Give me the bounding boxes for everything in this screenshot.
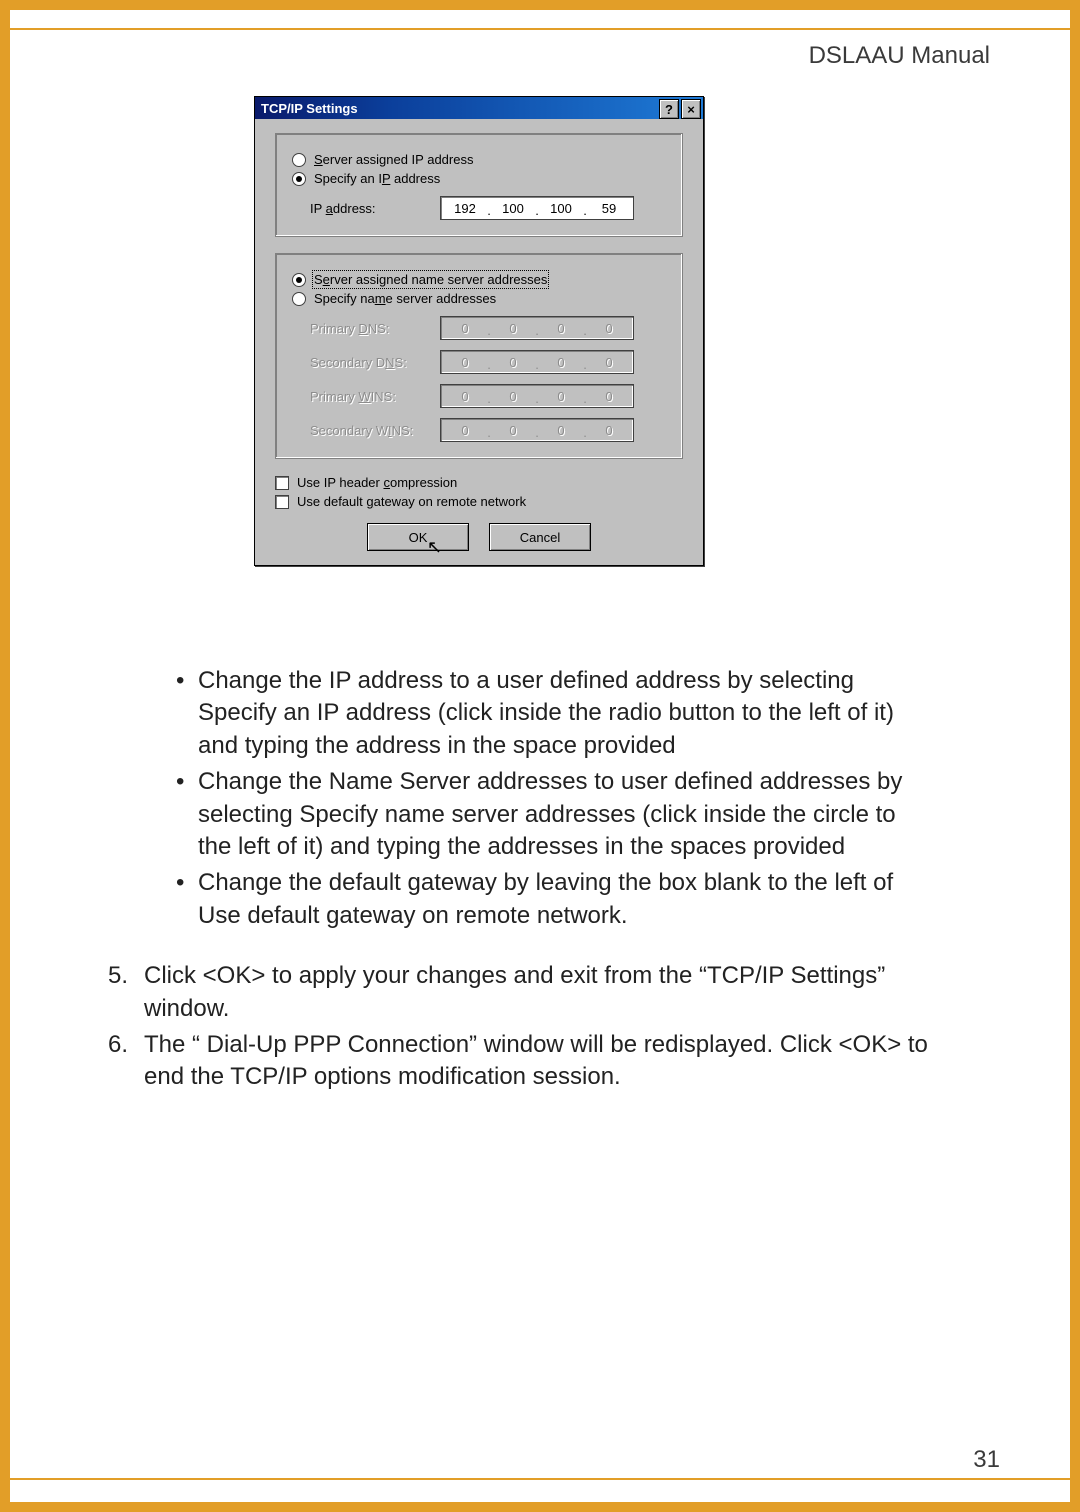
bullet-item: Change the IP address to a user defined … xyxy=(176,665,928,762)
secondary-wins-input: 0. 0. 0. 0 xyxy=(440,418,634,442)
instruction-bullets: Change the IP address to a user defined … xyxy=(176,665,928,932)
tcpip-settings-dialog: TCP/IP Settings ? × Server assigned IP a… xyxy=(254,96,704,566)
radio-icon xyxy=(292,292,306,306)
ip-address-label: IP address: xyxy=(310,201,440,216)
primary-dns-input: 0. 0. 0. 0 xyxy=(440,316,634,340)
footer-rule xyxy=(10,1478,1070,1480)
step-item: 6. The “ Dial-Up PPP Connection” window … xyxy=(108,1029,928,1094)
ip-octet[interactable]: 100 xyxy=(493,201,533,216)
radio-server-assigned-ip[interactable]: Server assigned IP address xyxy=(292,152,666,167)
ip-octet[interactable]: 100 xyxy=(541,201,581,216)
cancel-button[interactable]: Cancel xyxy=(489,523,591,551)
radio-icon xyxy=(292,153,306,167)
dialog-body: Server assigned IP address Specify an IP… xyxy=(255,119,703,565)
ip-address-group: Server assigned IP address Specify an IP… xyxy=(275,133,683,237)
ok-button[interactable]: OK ↖ xyxy=(367,523,469,551)
radio-label: Server assigned name server addresses xyxy=(314,272,547,287)
page-inner: DSLAAU Manual TCP/IP Settings ? × Server… xyxy=(10,10,1070,1502)
secondary-dns-input: 0. 0. 0. 0 xyxy=(440,350,634,374)
nameserver-group: Server assigned name server addresses Sp… xyxy=(275,253,683,459)
secondary-dns-label: Secondary DNS: xyxy=(310,355,440,370)
primary-dns-label: Primary DNS: xyxy=(310,321,440,336)
radio-label: Server assigned IP address xyxy=(314,152,473,167)
step-item: 5. Click <OK> to apply your changes and … xyxy=(108,960,928,1025)
instruction-content: Change the IP address to a user defined … xyxy=(108,665,928,1098)
checkbox-icon xyxy=(275,495,289,509)
bullet-item: Change the default gateway by leaving th… xyxy=(176,867,928,932)
checkbox-label: Use IP header compression xyxy=(297,475,457,490)
ip-octet[interactable]: 192 xyxy=(445,201,485,216)
help-button[interactable]: ? xyxy=(659,99,679,119)
radio-specify-ip[interactable]: Specify an IP address xyxy=(292,171,666,186)
radio-label: Specify an IP address xyxy=(314,171,440,186)
checkbox-header-compression[interactable]: Use IP header compression xyxy=(275,475,683,490)
ip-octet[interactable]: 59 xyxy=(589,201,629,216)
radio-icon xyxy=(292,172,306,186)
radio-server-assigned-nameserver[interactable]: Server assigned name server addresses xyxy=(292,272,666,287)
page-outer: DSLAAU Manual TCP/IP Settings ? × Server… xyxy=(0,0,1080,1512)
close-button[interactable]: × xyxy=(681,99,701,119)
instruction-steps: 5. Click <OK> to apply your changes and … xyxy=(108,960,928,1094)
checkbox-icon xyxy=(275,476,289,490)
radio-icon xyxy=(292,273,306,287)
cursor-icon: ↖ xyxy=(427,537,442,558)
radio-specify-nameserver[interactable]: Specify name server addresses xyxy=(292,291,666,306)
secondary-wins-label: Secondary WINS: xyxy=(310,423,440,438)
dialog-title: TCP/IP Settings xyxy=(261,101,358,116)
bullet-item: Change the Name Server addresses to user… xyxy=(176,766,928,863)
ip-address-input[interactable]: 192. 100. 100. 59 xyxy=(440,196,634,220)
primary-wins-input: 0. 0. 0. 0 xyxy=(440,384,634,408)
manual-title: DSLAAU Manual xyxy=(809,42,990,70)
dialog-titlebar: TCP/IP Settings ? × xyxy=(255,97,703,119)
primary-wins-label: Primary WINS: xyxy=(310,389,440,404)
header-rule xyxy=(10,28,1070,30)
checkbox-default-gateway[interactable]: Use default gateway on remote network xyxy=(275,494,683,509)
radio-label: Specify name server addresses xyxy=(314,291,496,306)
page-number: 31 xyxy=(973,1446,1000,1474)
checkbox-label: Use default gateway on remote network xyxy=(297,494,526,509)
